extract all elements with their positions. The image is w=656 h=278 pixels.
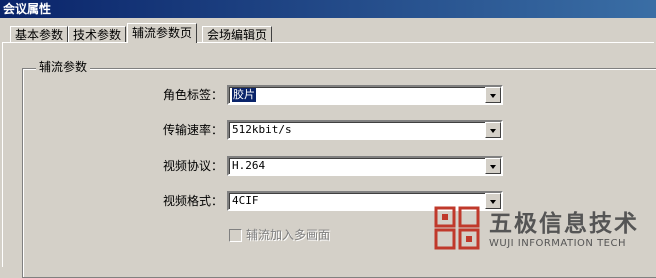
tab-basic-params[interactable]: 基本参数 [10, 26, 69, 43]
window-title: 会议属性 [0, 0, 656, 18]
tab-panel [2, 42, 654, 267]
tab-venue-edit[interactable]: 会场编辑页 [202, 26, 273, 43]
tab-technical-params[interactable]: 技术参数 [68, 26, 127, 43]
tab-aux-stream-params[interactable]: 辅流参数页 [127, 23, 198, 43]
